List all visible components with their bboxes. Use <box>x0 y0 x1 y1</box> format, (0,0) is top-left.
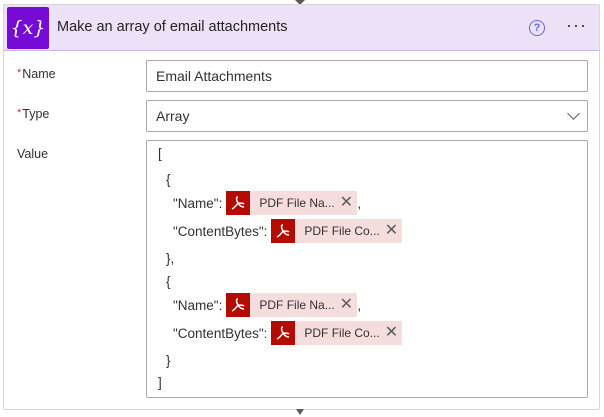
more-options-icon[interactable]: ··· <box>566 16 587 34</box>
type-label: *Type <box>17 107 50 121</box>
close-icon[interactable]: ✕ <box>335 293 357 317</box>
code-close-bracket: ] <box>158 375 162 390</box>
connector-arrow-bottom <box>296 409 304 415</box>
value-label: Value <box>17 147 49 161</box>
code-line-content-1: "ContentBytes": PDF File Co... ✕ <box>173 219 403 243</box>
close-icon[interactable]: ✕ <box>335 191 357 215</box>
chevron-down-icon <box>567 107 580 120</box>
variable-icon: {x} <box>7 7 49 49</box>
required-marker: * <box>17 67 22 79</box>
value-editor[interactable]: [ { "Name": PDF File Na... ✕ , "ContentB… <box>146 140 588 398</box>
code-line-name-2: "Name": PDF File Na... ✕ , <box>173 293 361 317</box>
code-open-brace: { <box>166 274 171 289</box>
code-line-content-2: "ContentBytes": PDF File Co... ✕ <box>173 321 403 345</box>
dynamic-token-pdf-content[interactable]: PDF File Co... ✕ <box>271 219 403 243</box>
code-close-brace: } <box>166 353 171 368</box>
pdf-icon <box>226 293 251 317</box>
name-label: *Name <box>17 67 56 81</box>
action-title[interactable]: Make an array of email attachments <box>57 19 288 35</box>
action-card: {x} Make an array of email attachments ?… <box>3 4 600 410</box>
code-close-brace-comma: }, <box>166 251 175 266</box>
dynamic-token-pdf-name[interactable]: PDF File Na... ✕ <box>226 293 358 317</box>
close-icon[interactable]: ✕ <box>380 219 402 243</box>
pdf-icon <box>226 191 251 215</box>
required-marker: * <box>17 107 22 119</box>
pdf-icon <box>271 321 296 345</box>
pdf-icon <box>271 219 296 243</box>
dynamic-token-pdf-content[interactable]: PDF File Co... ✕ <box>271 321 403 345</box>
name-field[interactable]: Email Attachments <box>146 60 588 92</box>
close-icon[interactable]: ✕ <box>380 321 402 345</box>
code-line-name-1: "Name": PDF File Na... ✕ , <box>173 191 361 215</box>
type-dropdown[interactable]: Array <box>146 100 588 132</box>
help-icon[interactable]: ? <box>529 20 545 36</box>
code-open-bracket: [ <box>158 146 162 161</box>
action-header[interactable]: {x} Make an array of email attachments ?… <box>4 5 599 51</box>
code-open-brace: { <box>166 172 171 187</box>
dynamic-token-pdf-name[interactable]: PDF File Na... ✕ <box>226 191 358 215</box>
